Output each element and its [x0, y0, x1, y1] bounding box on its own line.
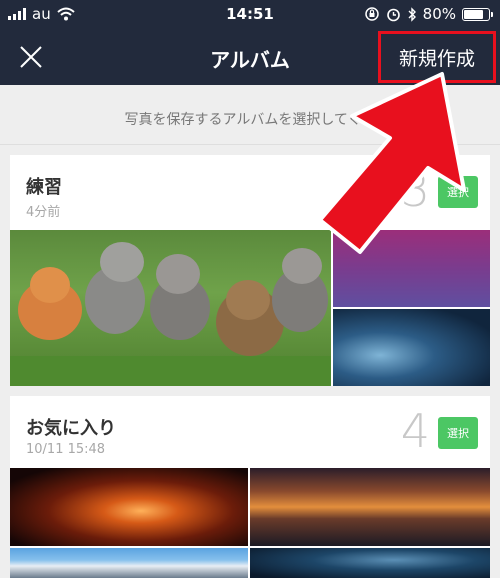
album-name: 練習 — [26, 177, 62, 198]
album-card[interactable]: お気に入り 10/11 15:48 4 選択 — [10, 396, 490, 578]
album-name: お気に入り — [26, 418, 116, 439]
bluetooth-icon — [408, 6, 416, 22]
album-thumbnail — [250, 548, 490, 578]
battery-icon — [462, 7, 493, 21]
battery-percent: 80% — [422, 5, 456, 23]
pointer-arrow-icon — [318, 72, 466, 254]
album-date: 10/11 15:48 — [26, 442, 106, 457]
alarm-icon — [386, 8, 400, 21]
album-thumbnail — [333, 309, 490, 386]
orientation-lock-icon — [364, 7, 379, 21]
album-thumbnail — [10, 548, 248, 578]
select-album-button[interactable]: 選択 — [438, 417, 478, 449]
album-date: 4分前 — [26, 205, 61, 220]
album-thumbnail — [10, 468, 248, 546]
battery-level — [464, 9, 484, 19]
status-bar: au 14:51 80% — [0, 0, 500, 28]
album-photo-count: 4 — [400, 404, 430, 458]
status-bar-right: 80% — [364, 5, 493, 23]
album-thumbnail — [250, 468, 490, 546]
album-thumbnail — [10, 230, 331, 386]
